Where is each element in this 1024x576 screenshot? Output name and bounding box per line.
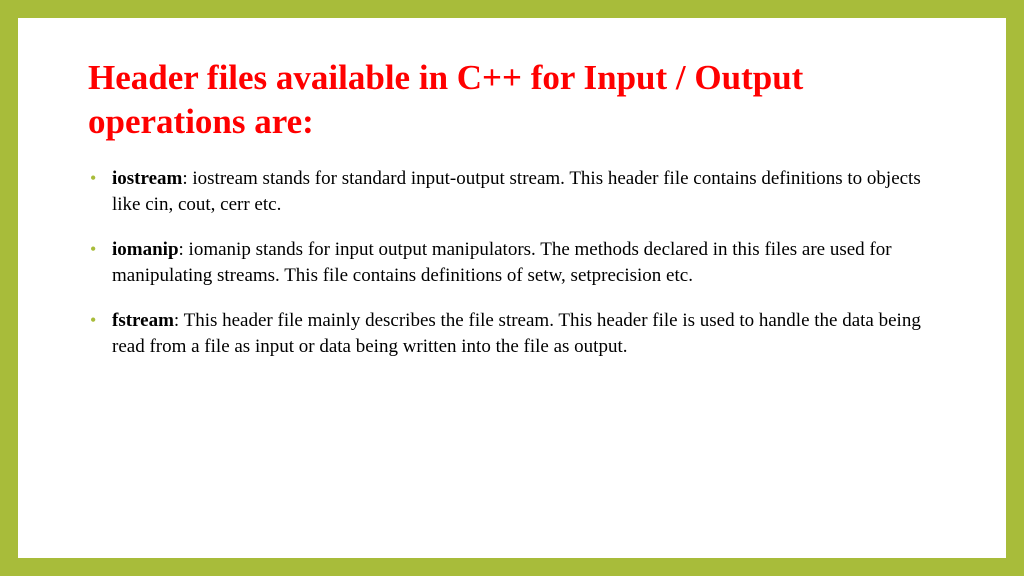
bullet-list: iostream: iostream stands for standard i… — [88, 166, 936, 362]
term-label: iomanip — [112, 239, 179, 260]
list-item: fstream: This header file mainly describ… — [88, 308, 936, 361]
term-label: fstream — [112, 310, 174, 331]
term-description: : iomanip stands for input output manipu… — [112, 239, 892, 287]
slide-container: Header files available in C++ for Input … — [18, 18, 1006, 558]
term-description: : This header file mainly describes the … — [112, 310, 921, 358]
slide-title: Header files available in C++ for Input … — [88, 56, 936, 144]
list-item: iomanip: iomanip stands for input output… — [88, 237, 936, 290]
term-label: iostream — [112, 168, 182, 189]
list-item: iostream: iostream stands for standard i… — [88, 166, 936, 219]
term-description: : iostream stands for standard input-out… — [112, 168, 921, 216]
